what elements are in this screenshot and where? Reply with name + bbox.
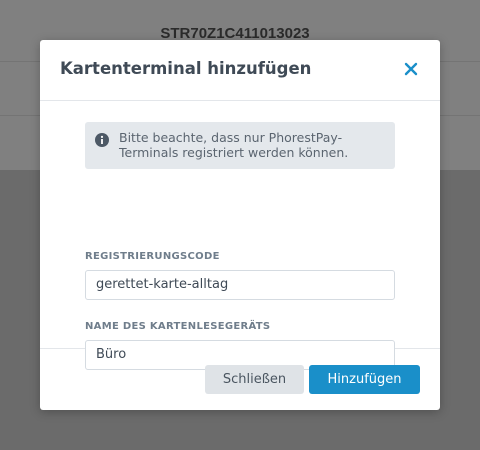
add-card-terminal-dialog: Kartenterminal hinzufügen Bitte beachte,… bbox=[40, 40, 440, 410]
close-button[interactable]: Schließen bbox=[205, 365, 304, 394]
reader-name-label: NAME DES KARTENLESEGERÄTS bbox=[85, 321, 271, 332]
info-notice: Bitte beachte, dass nur PhorestPay-Termi… bbox=[85, 122, 395, 169]
add-button[interactable]: Hinzufügen bbox=[309, 365, 420, 394]
info-icon bbox=[95, 132, 109, 147]
dialog-header: Kartenterminal hinzufügen bbox=[40, 40, 440, 101]
dialog-title: Kartenterminal hinzufügen bbox=[60, 59, 312, 78]
registration-code-label: REGISTRIERUNGSCODE bbox=[85, 251, 220, 262]
registration-code-input[interactable]: gerettet-karte-alltag bbox=[85, 270, 395, 300]
dialog-body: Bitte beachte, dass nur PhorestPay-Termi… bbox=[40, 101, 440, 370]
close-icon[interactable] bbox=[402, 60, 420, 78]
dialog-footer: Schließen Hinzufügen bbox=[40, 349, 440, 409]
info-text: Bitte beachte, dass nur PhorestPay-Termi… bbox=[119, 130, 349, 160]
